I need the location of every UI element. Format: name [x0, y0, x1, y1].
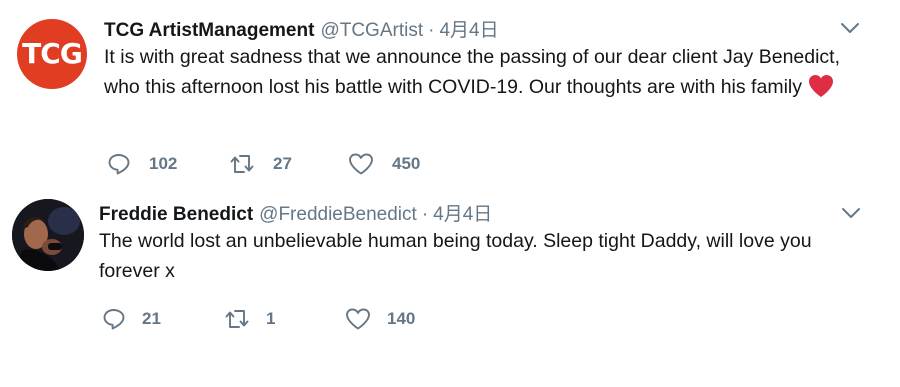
avatar[interactable] [12, 199, 84, 271]
tweet-text: It is with great sadness that we announc… [104, 42, 874, 107]
tweet-text-body: The world lost an unbelievable human bei… [99, 230, 812, 282]
display-name[interactable]: TCG ArtistManagement [104, 20, 314, 41]
heart-outline-icon [345, 307, 371, 331]
avatar[interactable]: TCG [17, 19, 87, 89]
reply-count: 21 [142, 309, 161, 328]
heart-outline-icon [348, 152, 374, 176]
tweet-feed: TCG TCG ArtistManagement @TCGArtist · 4月4日 … [0, 0, 900, 387]
comment-bubble-icon [107, 152, 131, 176]
tweet-date[interactable]: 4月4日 [433, 204, 492, 225]
tweet-text: The world lost an unbelievable human bei… [99, 226, 859, 286]
retweet-button[interactable]: 27 [229, 151, 292, 177]
like-count: 450 [392, 154, 421, 173]
reply-count: 102 [149, 154, 178, 173]
reply-button[interactable]: 21 [102, 306, 161, 332]
like-button[interactable]: 140 [345, 306, 415, 332]
comment-bubble-icon [102, 307, 126, 331]
tweet-header: TCG ArtistManagement @TCGArtist · 4月4日 [104, 15, 499, 42]
tweet-date[interactable]: 4月4日 [439, 20, 498, 41]
retweet-arrows-icon [229, 152, 255, 176]
retweet-arrows-icon [224, 307, 250, 331]
reply-button[interactable]: 102 [107, 151, 177, 177]
retweet-button[interactable]: 1 [224, 306, 275, 332]
tweet-text-body: It is with great sadness that we announc… [104, 46, 841, 98]
user-handle[interactable]: @TCGArtist [320, 20, 423, 41]
chevron-down-icon[interactable] [839, 17, 861, 39]
tweet[interactable]: TCG TCG ArtistManagement @TCGArtist · 4月4日 … [0, 0, 900, 186]
like-count: 140 [387, 309, 416, 328]
avatar-photo [12, 199, 84, 271]
user-handle[interactable]: @FreddieBenedict [259, 204, 417, 225]
avatar-logo-text: TCG [22, 37, 83, 70]
display-name[interactable]: Freddie Benedict [99, 204, 253, 225]
tweet-header: Freddie Benedict @FreddieBenedict · 4月4日 [99, 199, 492, 226]
separator-dot: · [421, 204, 429, 225]
chevron-down-icon[interactable] [840, 202, 862, 224]
red-heart-emoji-icon [808, 74, 834, 107]
like-button[interactable]: 450 [348, 151, 420, 177]
separator-dot: · [428, 20, 435, 41]
retweet-count: 27 [273, 154, 292, 173]
tweet[interactable]: Freddie Benedict @FreddieBenedict · 4月4日 Th… [0, 186, 900, 387]
retweet-count: 1 [266, 309, 276, 328]
